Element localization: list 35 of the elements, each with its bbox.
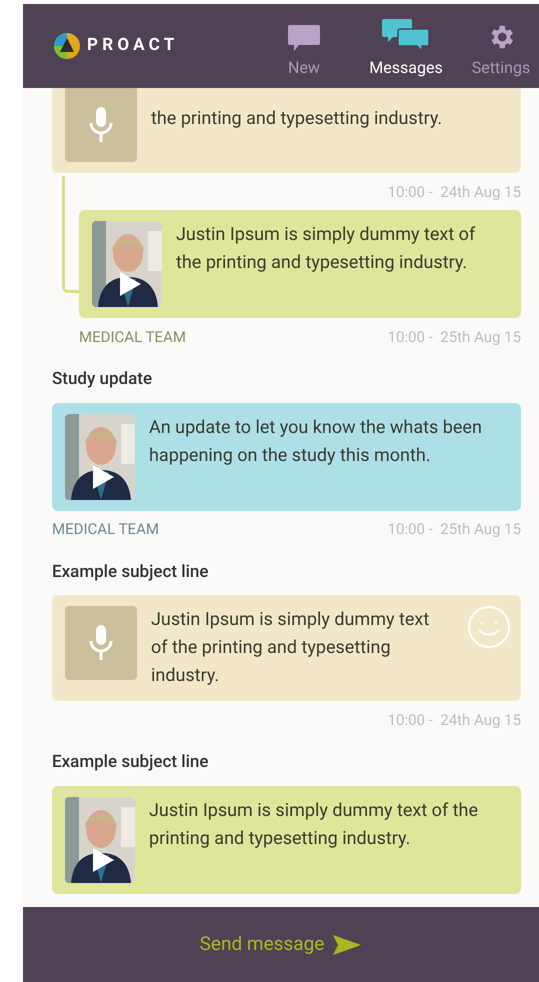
microphone-tile[interactable] <box>65 606 137 680</box>
play-icon[interactable] <box>118 271 142 297</box>
message-text: Justin Ipsum is simply dummy text of the printing and typesetting industry. <box>176 223 476 275</box>
message-text: the printing and typesetting industry. <box>151 107 444 131</box>
play-icon[interactable] <box>91 464 115 490</box>
nav-tab[interactable]: New <box>259 4 349 88</box>
message-card[interactable]: An update to let you know the whats been happening on the study this month. <box>52 402 521 510</box>
timestamp: 10:00 - 24th Aug 15 <box>388 710 521 731</box>
message-card[interactable]: Justin Ipsum is simply dummy text of the printing and typesetting industry. <box>79 210 521 318</box>
microphone-icon <box>88 105 114 145</box>
timestamp: 10:00 - 25th Aug 15 <box>388 326 521 348</box>
play-icon[interactable] <box>91 846 115 872</box>
speech-bubble-icon <box>287 24 321 52</box>
chat-bubbles-icon <box>382 18 430 52</box>
message-card[interactable]: the printing and typesetting industry. <box>52 88 521 173</box>
brand-name: PROACT <box>87 34 179 58</box>
message-text: Justin Ipsum is simply dummy text of the printing and typesetting industry. <box>149 798 480 850</box>
subject-line: Example subject line <box>52 751 210 774</box>
timestamp: 10:00 - 24th Aug 15 <box>388 182 521 203</box>
sender-label: MEDICAL TEAM <box>52 519 159 540</box>
sender-label: MEDICAL TEAM <box>79 326 186 348</box>
subject-line: Example subject line <box>52 560 210 584</box>
message-card[interactable]: Justin Ipsum is simply dummy text of the printing and typesetting industry. <box>52 595 521 701</box>
nav-tab[interactable]: Messages <box>349 4 463 88</box>
microphone-tile[interactable] <box>65 88 137 162</box>
send-icon <box>332 934 362 956</box>
send-message-button[interactable]: Send message <box>200 930 362 959</box>
microphone-icon <box>88 623 114 663</box>
nav-tab[interactable]: Settings <box>463 4 539 88</box>
logo-icon <box>53 32 81 60</box>
message-text: Justin Ipsum is simply dummy text of the printing and typesetting industry. <box>151 608 430 688</box>
timestamp: 10:00 - 25th Aug 15 <box>388 519 521 540</box>
message-card[interactable]: Justin Ipsum is simply dummy text of the printing and typesetting industry. <box>52 786 521 894</box>
subject-line: Study update <box>52 368 154 391</box>
message-text: An update to let you know the whats been happening on the study this month. <box>149 416 483 468</box>
